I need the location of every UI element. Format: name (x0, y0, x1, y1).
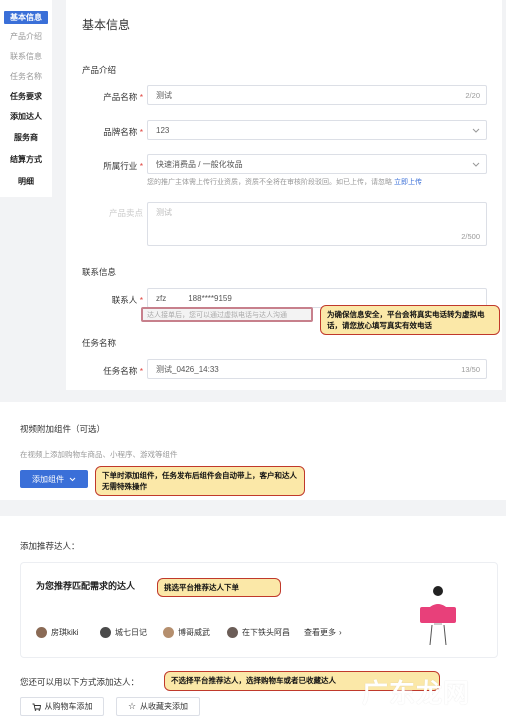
product-name-label: 产品名称 * (103, 92, 143, 102)
star-icon: ☆ (127, 701, 137, 711)
recommendation-callout: 挑选平台推荐达人下单 (157, 578, 281, 597)
selling-point-textarea[interactable]: 测试 2/500 (147, 202, 487, 246)
creator-item[interactable]: 在下铁头阿昌 (227, 627, 290, 638)
industry-select[interactable]: 快速消费品 / 一般化妆品 (147, 154, 487, 174)
side-nav-contact-info[interactable]: 联系信息 (0, 51, 52, 62)
section-task-name: 任务名称 (82, 338, 117, 348)
avatar (36, 627, 47, 638)
brand-name-select[interactable]: 123 (147, 120, 487, 140)
video-component-desc: 在视频上添加购物车商品、小程序、游戏等组件 (20, 450, 178, 459)
cart-icon (32, 703, 41, 711)
side-nav-task-requirements[interactable]: 任务要求 (0, 91, 52, 102)
creator-item[interactable]: 城七日记 (100, 627, 147, 638)
chevron-down-icon (472, 128, 480, 133)
selling-point-count: 2/500 (461, 232, 480, 241)
avatar (100, 627, 111, 638)
contact-hint: 达人接单后，您可以通过虚拟电话与达人沟通 (147, 312, 287, 319)
contact-callout: 为确保信息安全，平台会将真实电话转为虚拟电话，请您放心填写真实有效电话 (320, 305, 500, 335)
recommendation-title: 为您推荐匹配需求的达人 (36, 581, 136, 591)
brand-name-label: 品牌名称 * (103, 127, 143, 137)
side-nav-task-name[interactable]: 任务名称 (0, 71, 52, 82)
other-methods-label: 您还可以用以下方式添加达人： (20, 677, 140, 687)
section-contact-info: 联系信息 (82, 267, 117, 277)
video-component-callout: 下单时添加组件，任务发布后组件会自动带上，客户和达人无需特殊操作 (95, 466, 305, 496)
task-name-input[interactable]: 测试_0426_14:33 13/50 (147, 359, 487, 379)
see-more-link[interactable]: 查看更多 › (304, 627, 342, 638)
add-from-cart-button[interactable]: 从购物车添加 (20, 697, 104, 716)
creator-item[interactable]: 房琪kiki (36, 627, 79, 638)
add-component-button[interactable]: 添加组件 (20, 470, 88, 488)
avatar (163, 627, 174, 638)
chevron-right-icon: › (339, 628, 342, 637)
watermark-logo: 广东龙网 (361, 679, 470, 709)
side-nav-basic-info[interactable]: 基本信息 (4, 11, 48, 24)
side-nav-settlement[interactable]: 结算方式 (0, 154, 52, 165)
video-component-title: 视频附加组件（可选） (20, 424, 106, 434)
industry-label: 所属行业 * (103, 161, 143, 171)
product-name-count: 2/20 (465, 90, 480, 100)
creator-item[interactable]: 博哥威武 (163, 627, 210, 638)
task-name-label: 任务名称 * (103, 366, 143, 376)
avatar (227, 627, 238, 638)
add-from-favorites-button[interactable]: ☆ 从收藏夹添加 (116, 697, 200, 716)
task-name-count: 13/50 (461, 364, 480, 374)
page-title: 基本信息 (82, 18, 131, 32)
side-nav: 基本信息 产品介绍 联系信息 任务名称 任务要求 添加达人 服务商 结算方式 明… (0, 0, 52, 197)
product-name-input[interactable]: 测试 2/20 (147, 85, 487, 105)
section-product-intro: 产品介绍 (82, 65, 117, 75)
industry-hint: 您的推广主体需上传行业资质，资质不全将在审核阶段驳回。如已上传，请忽略 立即上传 (147, 179, 422, 186)
add-creators-title: 添加推荐达人： (20, 541, 80, 551)
side-nav-service-provider[interactable]: 服务商 (0, 132, 52, 143)
upload-now-link[interactable]: 立即上传 (394, 179, 422, 186)
side-nav-details[interactable]: 明细 (0, 176, 52, 187)
recommendation-illustration (420, 586, 456, 646)
selling-point-label: 产品卖点 (108, 208, 143, 218)
chevron-down-icon (472, 162, 480, 167)
side-nav-product-intro[interactable]: 产品介绍 (0, 31, 52, 42)
side-nav-add-creators[interactable]: 添加达人 (0, 111, 52, 122)
contact-label: 联系人 * (111, 295, 143, 305)
chevron-down-icon (69, 477, 76, 481)
